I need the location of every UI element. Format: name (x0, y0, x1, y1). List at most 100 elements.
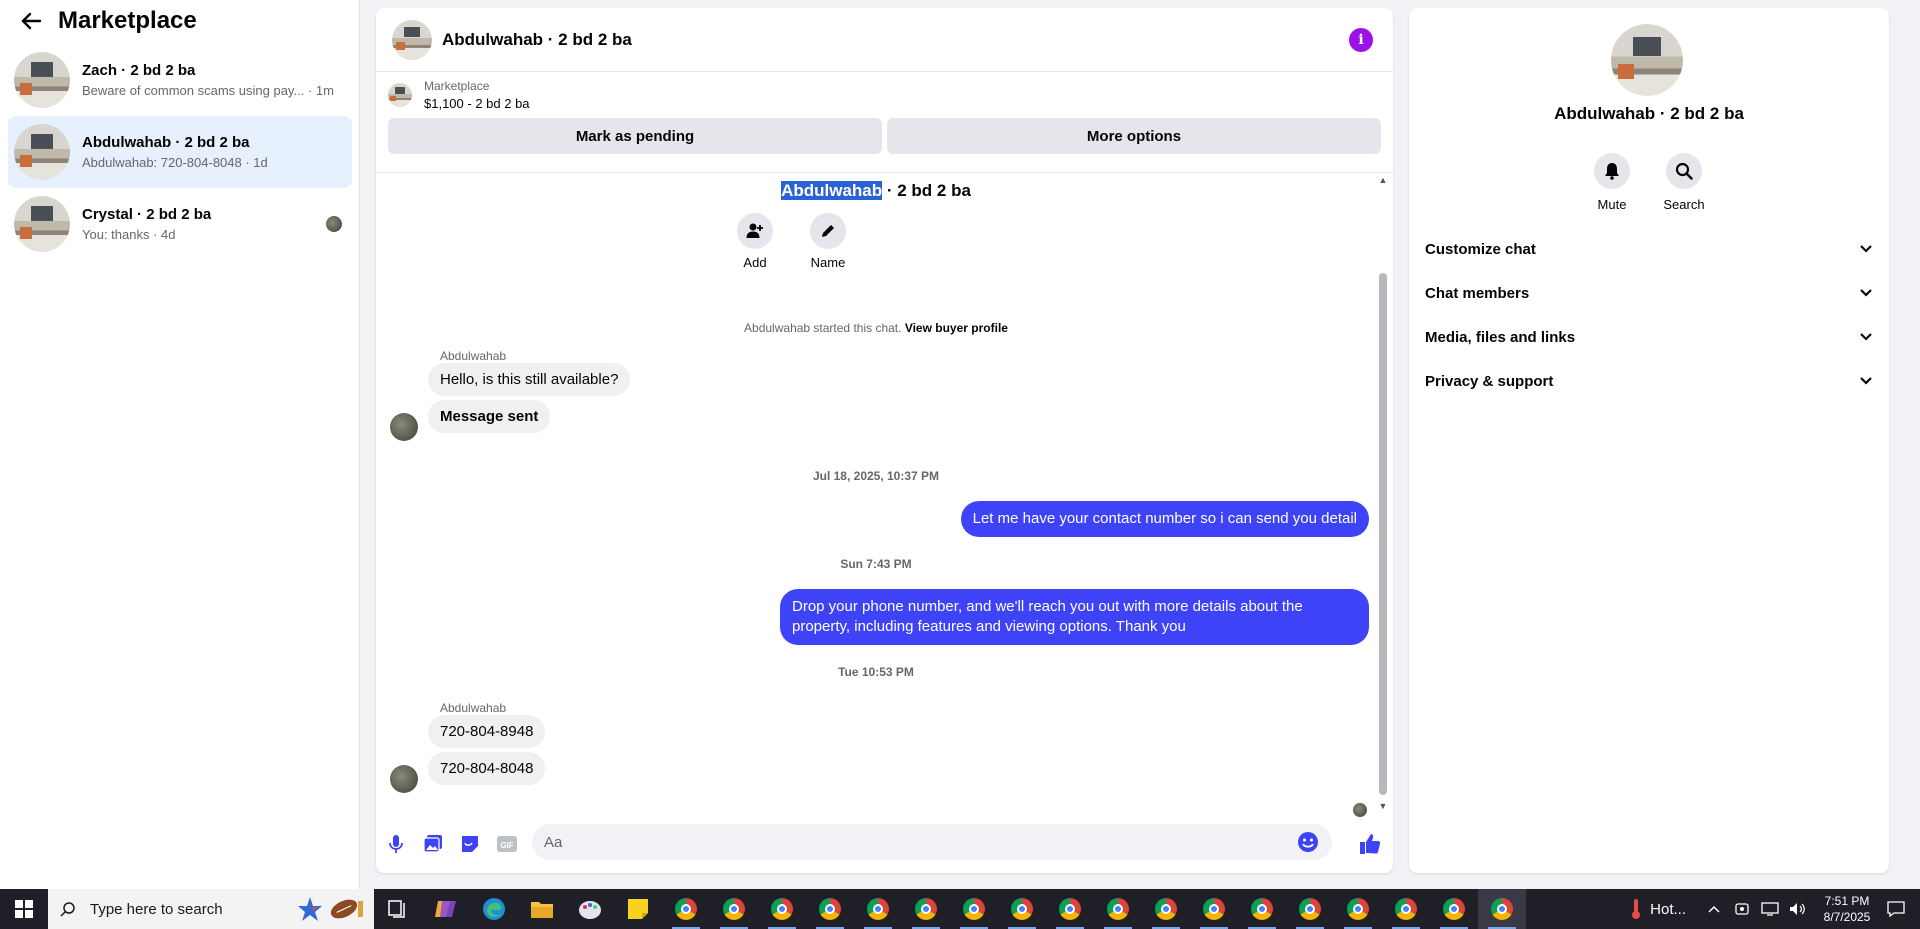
chat-panel: Abdulwahab · 2 bd 2 ba i Marketplace $1,… (376, 8, 1393, 873)
taskbar-search-placeholder: Type here to search (90, 900, 223, 918)
composer: GIF Aa (376, 816, 1393, 872)
profile-name: Abdulwahab · 2 bd 2 ba (1554, 104, 1744, 123)
chrome-window-icon[interactable] (1382, 889, 1430, 929)
chrome-window-icon[interactable] (758, 889, 806, 929)
section-label: Customize chat (1425, 240, 1536, 258)
chrome-window-icon[interactable] (998, 889, 1046, 929)
sender-avatar[interactable] (390, 765, 418, 793)
customize-chat-section[interactable]: Customize chat (1425, 227, 1873, 271)
taskbar-clock[interactable]: 7:51 PM 8/7/2025 (1812, 893, 1882, 925)
avatar (14, 196, 70, 252)
timestamp: Jul 18, 2025, 10:37 PM (812, 469, 940, 483)
meet-now-icon[interactable] (1732, 899, 1752, 919)
view-buyer-profile-link[interactable]: View buyer profile (905, 321, 1008, 335)
conversation-item-crystal[interactable]: Crystal · 2 bd 2 ba You: thanks · 4d (8, 188, 352, 260)
chrome-window-icon[interactable] (1478, 889, 1526, 929)
chrome-window-icon[interactable] (1094, 889, 1142, 929)
info-icon[interactable]: i (1349, 28, 1373, 52)
chrome-window-icon[interactable] (854, 889, 902, 929)
conversation-item-zach[interactable]: Zach · 2 bd 2 ba Beware of common scams … (8, 44, 352, 116)
chrome-window-icon[interactable] (710, 889, 758, 929)
listing-summary[interactable]: Marketplace $1,100 - 2 bd 2 ba (376, 72, 1393, 118)
add-label: Add (743, 255, 767, 270)
thread-title: Abdulwahab · 2 bd 2 ba (376, 181, 1376, 201)
scroll-up-arrow-icon[interactable]: ▲ (1378, 175, 1388, 185)
conversation-preview: You: thanks · 4d (82, 227, 176, 242)
notification-icon[interactable] (1886, 899, 1906, 919)
chevron-up-icon[interactable] (1704, 899, 1724, 919)
windows-start-icon[interactable] (0, 889, 48, 929)
clock-time: 7:51 PM (1824, 894, 1870, 908)
weather-text: Hot... (1650, 900, 1686, 918)
edge-browser-icon[interactable] (470, 889, 518, 929)
more-options-button[interactable]: More options (887, 118, 1381, 154)
chat-members-section[interactable]: Chat members (1425, 271, 1873, 315)
taskbar-search-box[interactable]: Type here to search (48, 889, 374, 929)
thread-title-rest: · 2 bd 2 ba (882, 181, 971, 200)
chrome-window-icon[interactable] (1190, 889, 1238, 929)
chrome-window-icon[interactable] (1430, 889, 1478, 929)
outgoing-message[interactable]: Drop your phone number, and we'll reach … (780, 589, 1369, 645)
photo-icon[interactable] (421, 832, 445, 856)
media-files-links-section[interactable]: Media, files and links (1425, 315, 1873, 359)
svg-text:GIF: GIF (500, 841, 513, 850)
search-icon (1666, 153, 1702, 189)
volume-icon[interactable] (1788, 899, 1808, 919)
add-person-icon (737, 213, 773, 249)
sender-avatar[interactable] (390, 413, 418, 441)
avatar (14, 124, 70, 180)
system-tray: Hot... 7:51 PM 8/7/2025 (1630, 889, 1920, 929)
chrome-window-icon[interactable] (806, 889, 854, 929)
chrome-gmail-icon[interactable] (662, 889, 710, 929)
scrollbar-thumb[interactable] (1379, 273, 1387, 795)
network-icon[interactable] (1760, 899, 1780, 919)
outgoing-message[interactable]: Let me have your contact number so i can… (960, 501, 1369, 537)
incoming-message[interactable]: Hello, is this still available? (428, 363, 631, 396)
incoming-message[interactable]: 720-804-8048 (428, 752, 546, 785)
conversation-item-abdulwahab[interactable]: Abdulwahab · 2 bd 2 ba Abdulwahab: 720-8… (8, 116, 352, 188)
gif-icon[interactable]: GIF (495, 832, 519, 856)
chrome-window-icon[interactable] (1046, 889, 1094, 929)
chat-title[interactable]: Abdulwahab · 2 bd 2 ba (442, 30, 632, 50)
message-input[interactable]: Aa (532, 824, 1332, 860)
file-explorer-icon[interactable] (518, 889, 566, 929)
scroll-down-arrow-icon[interactable]: ▼ (1378, 801, 1388, 811)
pencil-icon (810, 213, 846, 249)
read-receipt-avatar (1353, 803, 1367, 817)
weather-widget[interactable]: Hot... (1630, 898, 1686, 920)
profile-avatar[interactable] (1611, 24, 1683, 96)
avatar[interactable] (392, 19, 432, 60)
chrome-window-icon[interactable] (1142, 889, 1190, 929)
mark-pending-button[interactable]: Mark as pending (388, 118, 882, 154)
search-button[interactable]: Search (1649, 153, 1719, 212)
paint-app-icon[interactable] (566, 889, 614, 929)
chrome-window-icon[interactable] (1238, 889, 1286, 929)
chrome-window-icon[interactable] (902, 889, 950, 929)
chrome-window-icon[interactable] (950, 889, 998, 929)
timestamp: Tue 10:53 PM (838, 665, 914, 679)
listing-source: Marketplace (424, 79, 490, 93)
microphone-icon[interactable] (384, 832, 408, 856)
chevron-down-icon (1860, 333, 1872, 341)
chevron-down-icon (1860, 289, 1872, 297)
privacy-support-section[interactable]: Privacy & support (1425, 359, 1873, 403)
chrome-window-icon[interactable] (1286, 889, 1334, 929)
name-button[interactable]: Name (793, 213, 863, 270)
mute-button[interactable]: Mute (1577, 153, 1647, 212)
thread-scrollbar[interactable]: ▲ ▼ (1377, 173, 1389, 813)
back-arrow-icon[interactable] (20, 10, 42, 32)
conversation-name: Crystal · 2 bd 2 ba (82, 206, 212, 223)
incoming-message[interactable]: Message sent (428, 400, 551, 433)
chrome-window-icon[interactable] (1334, 889, 1382, 929)
sticker-icon[interactable] (458, 832, 482, 856)
copilot-icon[interactable] (422, 889, 470, 929)
add-button[interactable]: Add (720, 213, 790, 270)
conversation-name: Zach · 2 bd 2 ba (82, 62, 196, 79)
bell-icon (1594, 153, 1630, 189)
thumbs-up-icon[interactable] (1358, 832, 1382, 856)
task-view-icon[interactable] (374, 889, 422, 929)
incoming-message[interactable]: 720-804-8948 (428, 715, 546, 748)
sticky-notes-icon[interactable] (614, 889, 662, 929)
emoji-icon[interactable] (1296, 830, 1320, 854)
avatar (14, 52, 70, 108)
